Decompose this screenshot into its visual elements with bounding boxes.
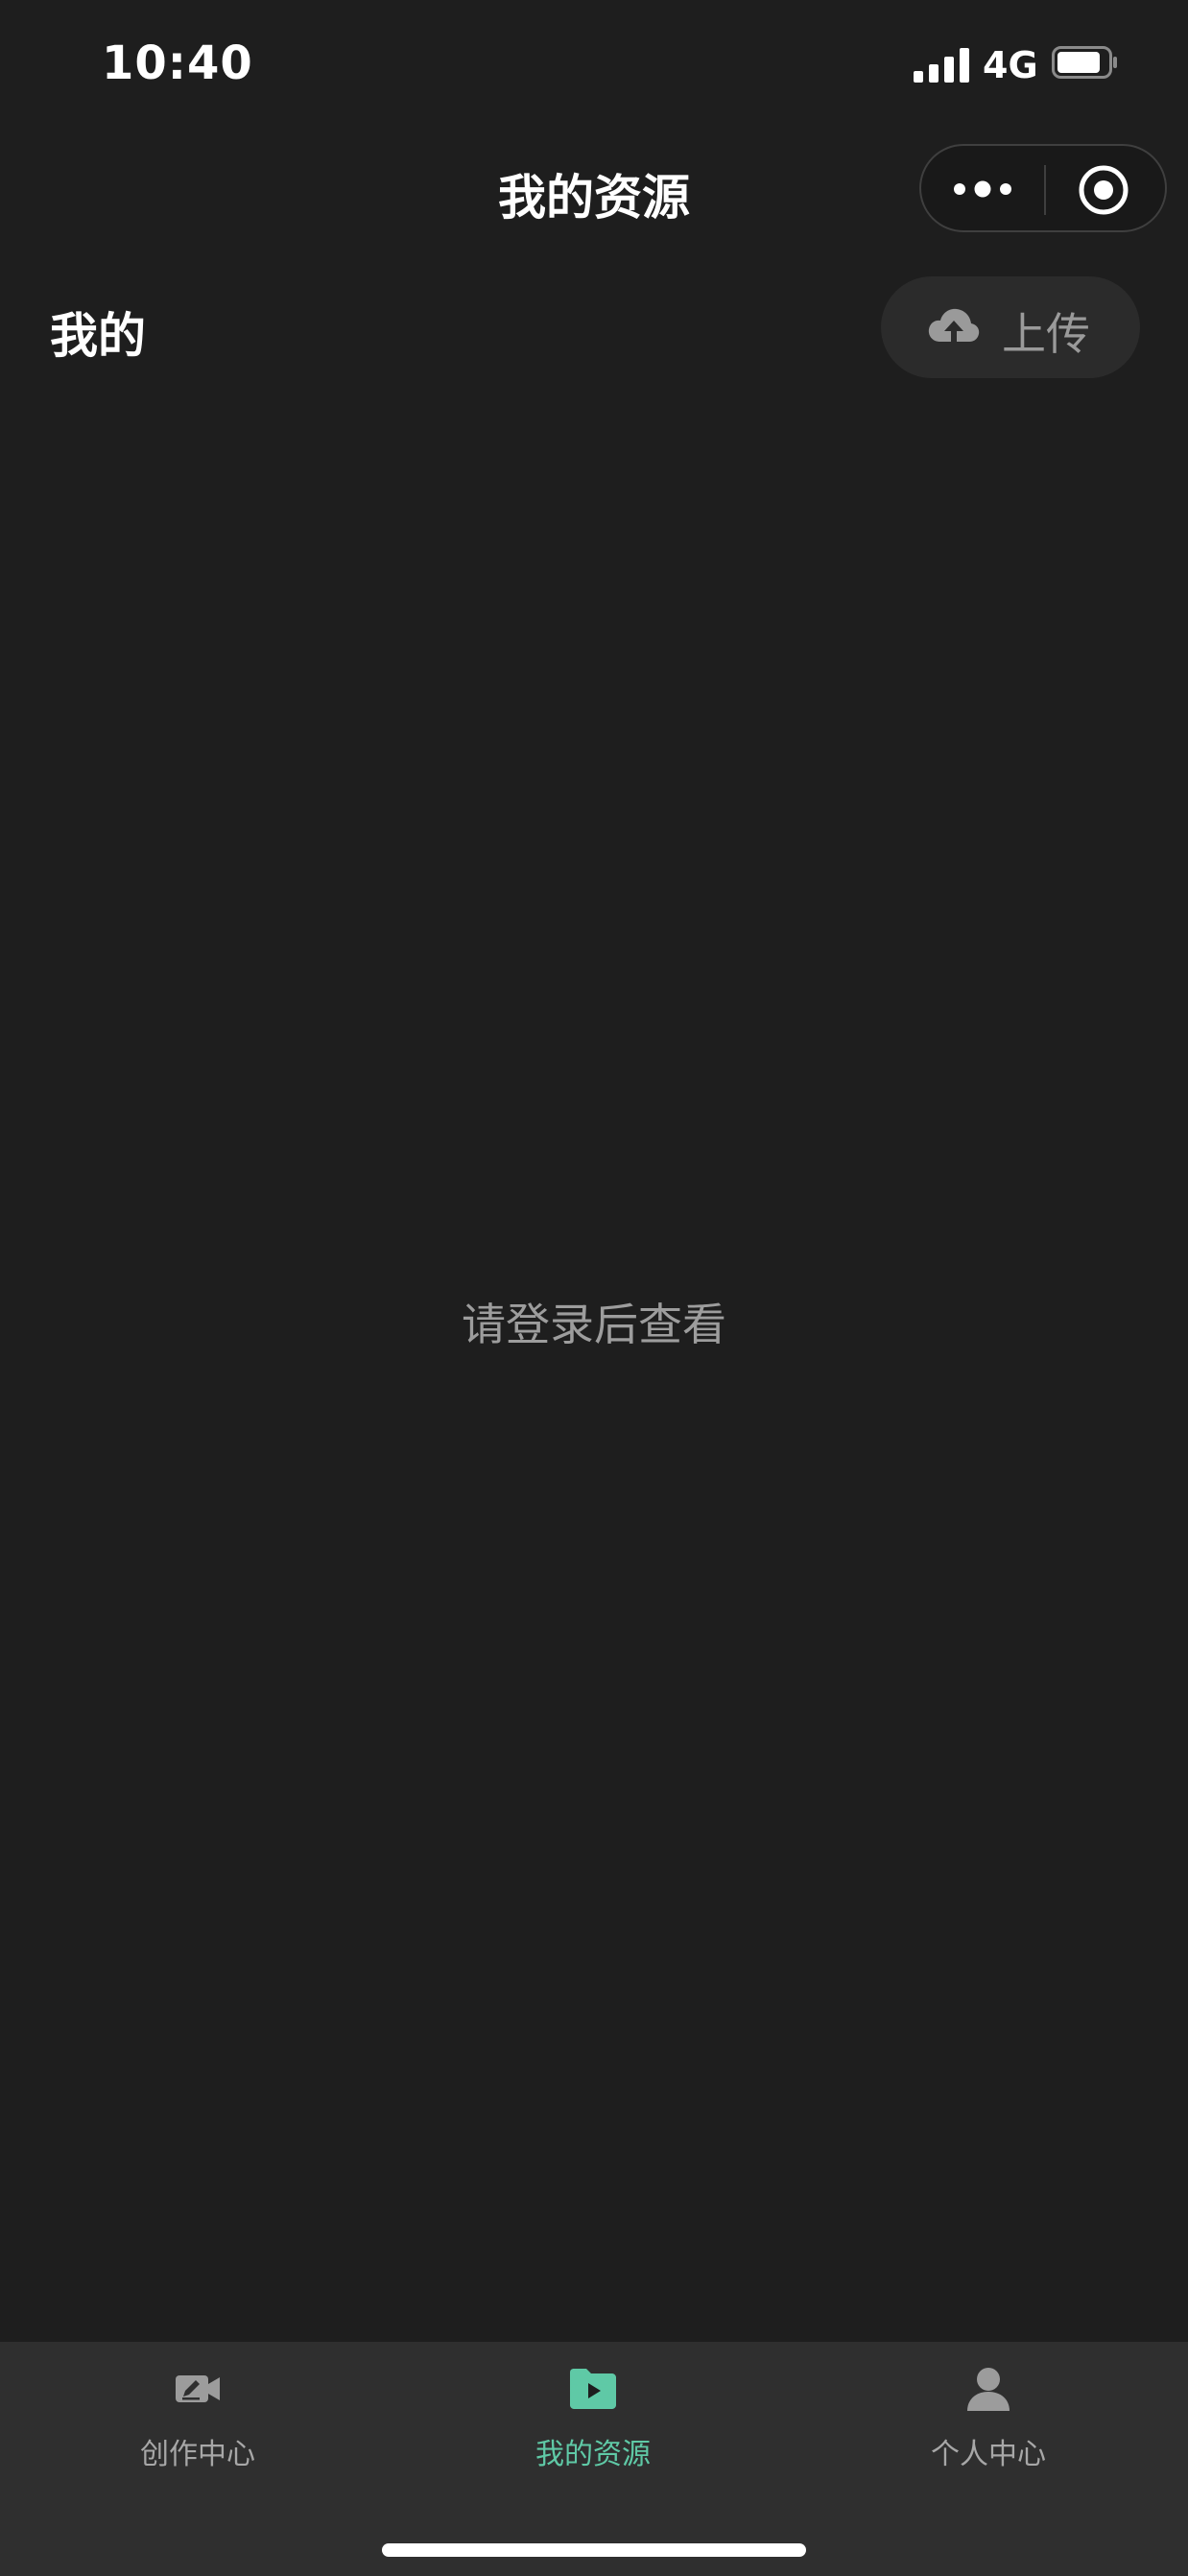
tab-label-creation: 创作中心 — [140, 2438, 255, 2471]
tab-my-resources[interactable]: 我的资源 — [395, 2365, 791, 2509]
tab-personal-center[interactable]: 个人中心 — [791, 2365, 1186, 2509]
tab-bar: 创作中心 我的资源 个人中心 — [0, 2342, 1188, 2576]
login-prompt: 请登录后查看 — [462, 1299, 726, 1350]
status-time: 10:40 — [102, 36, 253, 90]
cloud-upload-icon — [928, 308, 980, 344]
video-edit-icon — [176, 2375, 220, 2402]
signal-icon — [914, 48, 969, 83]
status-bar: 10:40 4G — [0, 0, 1188, 125]
tab-creation-center[interactable]: 创作中心 — [0, 2365, 395, 2509]
navigation-bar: 我的资源 — [0, 134, 1188, 250]
app-screen: 10:40 4G 我的资源 我的 上传 请登录后查看 创作中心 我的资源 个人中… — [0, 0, 1188, 2576]
tab-label-personal: 个人中心 — [931, 2438, 1046, 2471]
battery-icon — [1052, 46, 1117, 79]
network-type: 4G — [983, 44, 1038, 86]
section-header: 我的 上传 — [0, 276, 1188, 382]
user-icon — [967, 2368, 1010, 2411]
mini-program-capsule — [919, 144, 1167, 232]
more-dots-icon[interactable] — [948, 163, 1017, 215]
upload-label: 上传 — [1002, 308, 1090, 360]
upload-button[interactable]: 上传 — [881, 276, 1140, 378]
tab-label-resources: 我的资源 — [535, 2438, 651, 2471]
folder-play-icon — [570, 2369, 616, 2409]
capsule-divider — [1044, 165, 1046, 215]
home-indicator[interactable] — [382, 2543, 806, 2557]
target-circle-icon[interactable] — [1077, 163, 1130, 217]
section-title: 我的 — [50, 308, 146, 364]
